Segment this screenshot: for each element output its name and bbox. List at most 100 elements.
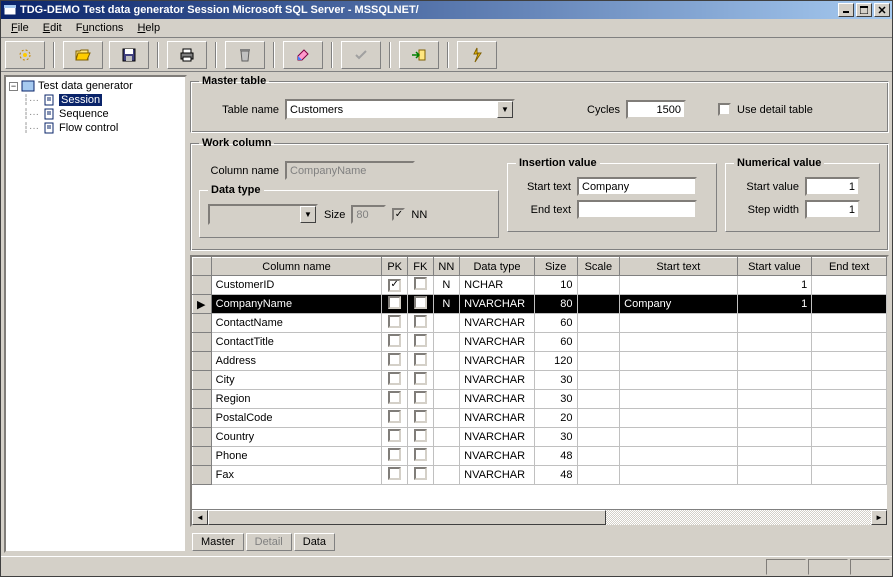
grid-checkbox[interactable] [414,410,427,423]
window-title: TDG-DEMO Test data generator Session Mic… [20,4,838,16]
print-button[interactable] [167,41,207,69]
row-header[interactable] [193,409,212,428]
grid-checkbox[interactable] [388,429,401,442]
grid-checkbox[interactable] [414,315,427,328]
table-row[interactable]: CityNVARCHAR30 [193,371,887,390]
table-row[interactable]: FaxNVARCHAR48 [193,466,887,485]
save-button[interactable] [109,41,149,69]
columns-grid[interactable]: Column namePKFKNNData typeSizeScaleStart… [190,255,889,527]
table-row[interactable]: AddressNVARCHAR120 [193,352,887,371]
open-button[interactable] [63,41,103,69]
grid-checkbox[interactable] [414,334,427,347]
grid-checkbox[interactable] [388,467,401,480]
row-header[interactable] [193,428,212,447]
grid-checkbox[interactable] [388,448,401,461]
step-width-label: Step width [734,204,799,216]
import-button[interactable] [399,41,439,69]
table-row[interactable]: CountryNVARCHAR30 [193,428,887,447]
tab-master[interactable]: Master [192,533,244,551]
grid-checkbox[interactable] [414,467,427,480]
close-button[interactable] [874,3,890,17]
collapse-icon[interactable]: − [9,82,18,91]
tree-root[interactable]: − Test data generator [8,79,183,93]
row-header[interactable] [193,466,212,485]
horizontal-scrollbar[interactable]: ◄ ► [192,509,887,525]
end-text-input[interactable] [577,200,697,219]
execute-button[interactable] [457,41,497,69]
use-detail-label: Use detail table [737,104,813,116]
table-row[interactable]: PhoneNVARCHAR48 [193,447,887,466]
tree-item-flow-control[interactable]: ┆···Flow control [22,121,183,135]
use-detail-checkbox[interactable] [718,103,731,116]
grid-checkbox[interactable] [414,429,427,442]
status-cell [808,559,848,575]
table-row[interactable]: ContactTitleNVARCHAR60 [193,333,887,352]
grid-checkbox[interactable] [388,391,401,404]
row-header[interactable]: ▶ [193,295,212,314]
grid-checkbox[interactable] [388,353,401,366]
table-row[interactable]: ContactNameNVARCHAR60 [193,314,887,333]
row-header[interactable] [193,276,212,295]
grid-checkbox[interactable]: ✓ [388,279,401,292]
row-header[interactable] [193,390,212,409]
chevron-down-icon[interactable]: ▼ [497,101,513,118]
new-button[interactable] [5,41,45,69]
size-input [351,205,386,224]
row-header[interactable] [193,314,212,333]
tree-item-session[interactable]: ┆···Session [22,93,183,107]
grid-checkbox[interactable] [414,277,427,290]
col-header[interactable]: Start value [737,258,812,276]
check-button[interactable] [341,41,381,69]
grid-checkbox[interactable] [414,391,427,404]
menu-edit[interactable]: Edit [37,20,68,36]
minimize-button[interactable] [838,3,854,17]
page-icon [42,122,56,134]
grid-checkbox[interactable] [414,353,427,366]
menu-functions[interactable]: Functions [70,20,130,36]
table-row[interactable]: ▶CompanyNameNNVARCHAR80Company1 [193,295,887,314]
col-header[interactable]: Start text [620,258,737,276]
tree-item-sequence[interactable]: ┆···Sequence [22,107,183,121]
grid-checkbox[interactable] [388,372,401,385]
work-column-legend: Work column [199,137,274,149]
step-width-input[interactable] [805,200,860,219]
grid-checkbox[interactable] [388,315,401,328]
table-row[interactable]: RegionNVARCHAR30 [193,390,887,409]
col-header[interactable]: NN [433,258,460,276]
col-header[interactable]: FK [407,258,433,276]
grid-checkbox[interactable] [388,334,401,347]
col-header[interactable]: Column name [211,258,382,276]
tree-panel[interactable]: − Test data generator ┆···Session┆···Seq… [4,75,187,553]
scroll-thumb[interactable] [208,510,606,525]
delete-button[interactable] [225,41,265,69]
table-name-dropdown[interactable]: Customers ▼ [285,99,515,120]
col-header[interactable]: End text [812,258,887,276]
grid-checkbox[interactable] [388,296,401,309]
row-header[interactable] [193,447,212,466]
menu-file[interactable]: File [5,20,35,36]
tab-detail[interactable]: Detail [246,533,292,551]
scroll-right-button[interactable]: ► [871,510,887,525]
row-header[interactable] [193,352,212,371]
grid-checkbox[interactable] [414,372,427,385]
cycles-input[interactable] [626,100,686,119]
row-header[interactable] [193,371,212,390]
grid-checkbox[interactable] [414,296,427,309]
col-header[interactable]: Size [534,258,577,276]
table-row[interactable]: CustomerID✓NNCHAR101 [193,276,887,295]
maximize-button[interactable] [856,3,872,17]
scroll-left-button[interactable]: ◄ [192,510,208,525]
grid-checkbox[interactable] [414,448,427,461]
row-header[interactable] [193,333,212,352]
master-table-legend: Master table [199,75,269,87]
start-text-input[interactable] [577,177,697,196]
col-header[interactable]: PK [382,258,408,276]
start-value-input[interactable] [805,177,860,196]
col-header[interactable]: Data type [460,258,535,276]
table-row[interactable]: PostalCodeNVARCHAR20 [193,409,887,428]
col-header[interactable]: Scale [577,258,620,276]
erase-button[interactable] [283,41,323,69]
tab-data[interactable]: Data [294,533,335,551]
grid-checkbox[interactable] [388,410,401,423]
menu-help[interactable]: Help [131,20,166,36]
